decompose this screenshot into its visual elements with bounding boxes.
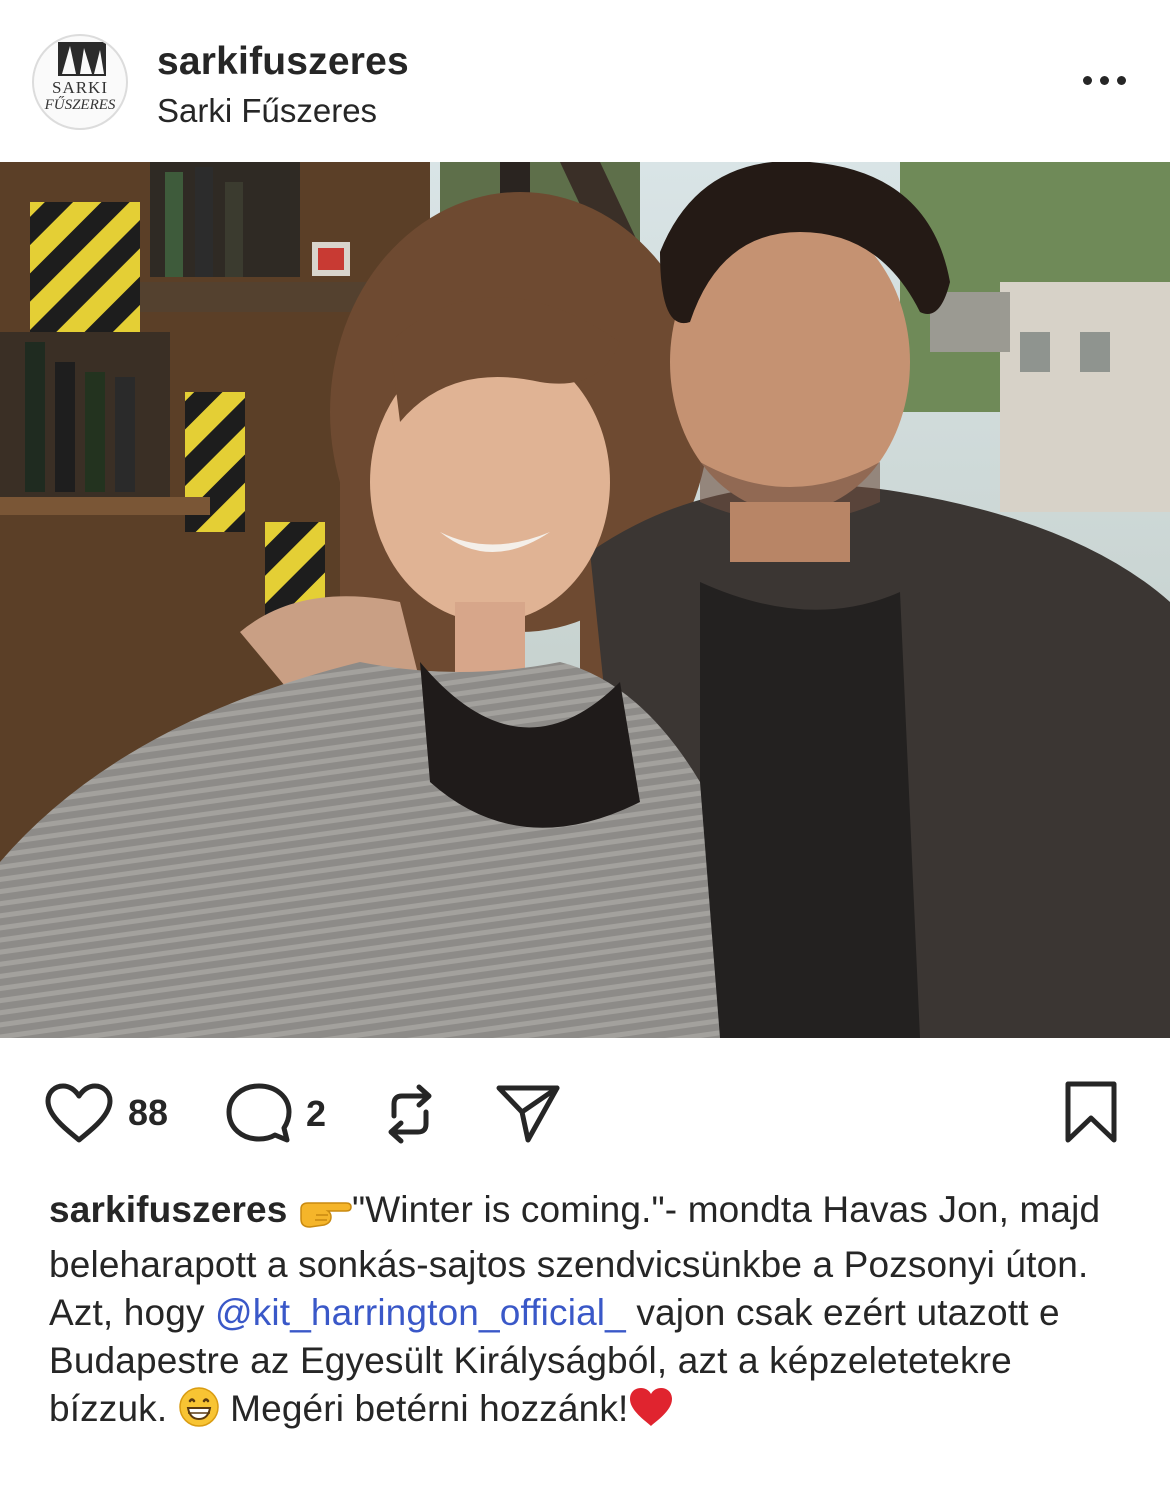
bookmark-icon	[1065, 1081, 1117, 1143]
paper-plane-icon	[496, 1085, 560, 1143]
caption-text-part3: Megéri betérni hozzánk!	[219, 1388, 629, 1429]
caption-username[interactable]: sarkifuszeres	[49, 1189, 288, 1230]
repost-icon	[388, 1084, 432, 1144]
post-actions: 88 2	[0, 1060, 1170, 1170]
pointing-hand-emoji	[298, 1193, 352, 1241]
avatar-text-line1: SARKI	[51, 78, 108, 97]
comment-button[interactable]: 2	[226, 1082, 326, 1146]
share-button[interactable]	[494, 1082, 562, 1146]
more-options-icon[interactable]	[1074, 60, 1134, 100]
post-caption: sarkifuszeres "Winter is coming."- mondt…	[49, 1186, 1129, 1440]
grinning-face-emoji	[178, 1386, 220, 1440]
save-button[interactable]	[1062, 1080, 1120, 1146]
red-heart-emoji	[628, 1386, 674, 1440]
post-header: SARKI FŰSZERES sarkifuszeres Sarki Fűsze…	[0, 0, 1170, 162]
like-count: 88	[128, 1092, 169, 1133]
profile-avatar[interactable]: SARKI FŰSZERES	[32, 34, 128, 130]
like-button[interactable]: 88	[44, 1082, 168, 1144]
comment-bubble-icon	[226, 1083, 292, 1143]
avatar-text-line2: FŰSZERES	[44, 97, 116, 113]
post-photo[interactable]	[0, 162, 1170, 1038]
comment-count: 2	[306, 1093, 327, 1134]
caption-mention-link[interactable]: @kit_harrington_official_	[215, 1292, 626, 1333]
repost-button[interactable]	[380, 1082, 440, 1146]
post-subtitle[interactable]: Sarki Fűszeres	[157, 92, 377, 130]
post-username[interactable]: sarkifuszeres	[157, 40, 409, 84]
post-image	[0, 162, 1170, 1038]
heart-icon	[45, 1083, 113, 1143]
